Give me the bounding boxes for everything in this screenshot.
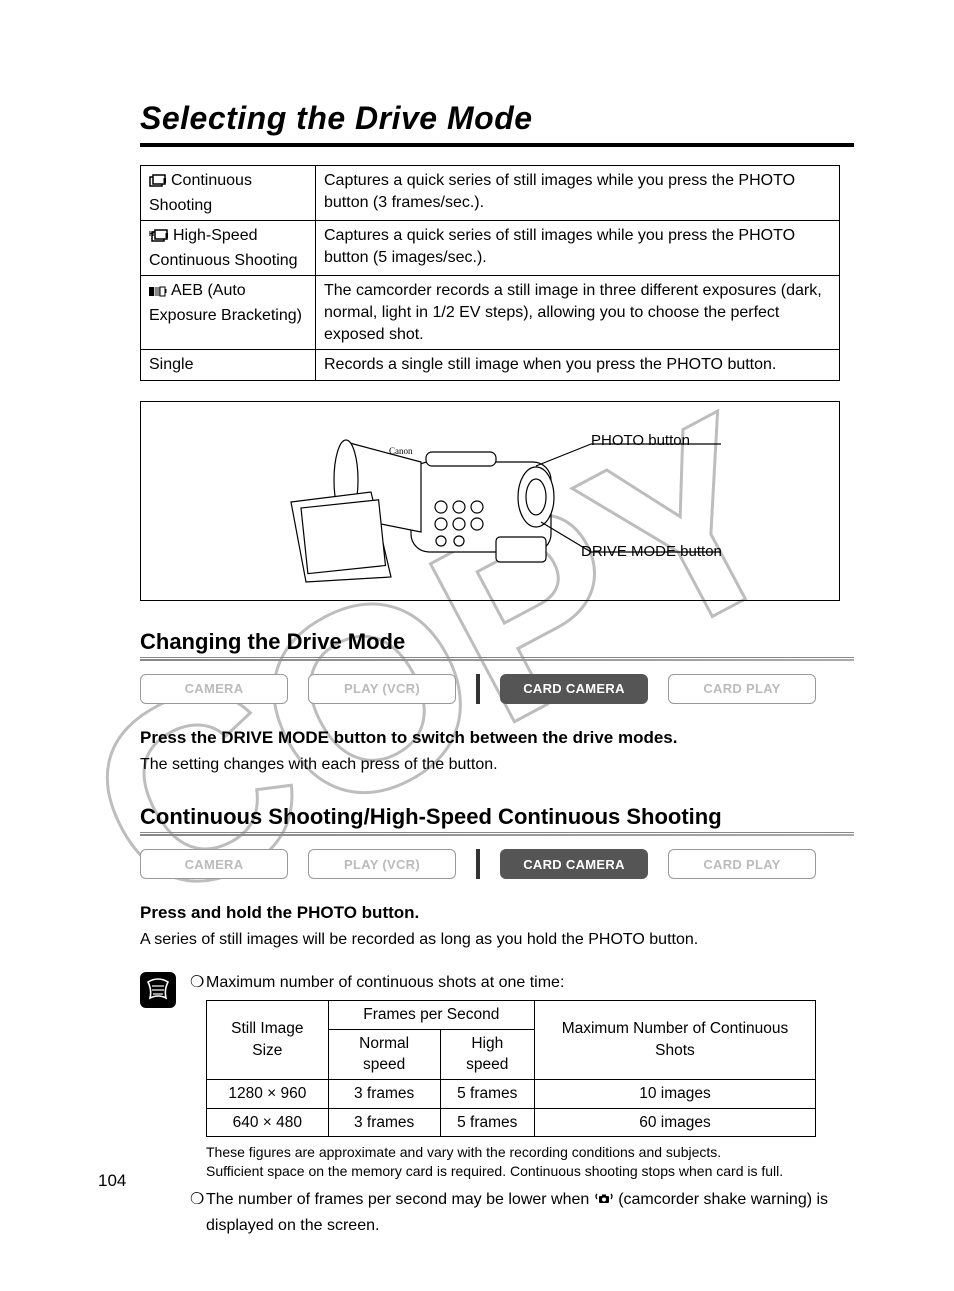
table-row: Continuous Shooting Captures a quick ser… xyxy=(141,166,840,221)
card-camera-mode-button: CARD CAMERA xyxy=(500,849,648,879)
title-rule xyxy=(140,143,854,147)
cell-size: 1280 × 960 xyxy=(207,1079,329,1108)
page-title: Selecting the Drive Mode xyxy=(140,100,854,137)
mode-desc: Captures a quick series of still images … xyxy=(316,166,840,221)
svg-text:Canon: Canon xyxy=(389,446,413,456)
mode-label: Single xyxy=(141,350,316,381)
cell-high: 5 frames xyxy=(440,1079,534,1108)
table-row: Single Records a single still image when… xyxy=(141,350,840,381)
cell-size: 640 × 480 xyxy=(207,1108,329,1137)
th-high: High speed xyxy=(440,1029,534,1079)
step-instruction: Press the DRIVE MODE button to switch be… xyxy=(140,728,854,748)
table-row: 1280 × 960 3 frames 5 frames 10 images xyxy=(207,1079,816,1108)
step-description: The setting changes with each press of t… xyxy=(140,754,854,776)
step-instruction: Press and hold the PHOTO button. xyxy=(140,903,854,923)
th-fps: Frames per Second xyxy=(328,1000,534,1029)
drive-mode-button-callout: DRIVE MODE button xyxy=(581,543,722,560)
cell-high: 5 frames xyxy=(440,1108,534,1137)
th-max: Maximum Number of Continuous Shots xyxy=(534,1000,815,1079)
drive-mode-table: Continuous Shooting Captures a quick ser… xyxy=(140,165,840,381)
camera-mode-button: CAMERA xyxy=(140,849,288,879)
note-icon xyxy=(140,972,176,1008)
mode-divider xyxy=(476,849,480,879)
continuous-shooting-heading: Continuous Shooting/High-Speed Continuou… xyxy=(140,804,854,833)
bullet-marker: ❍ xyxy=(190,972,206,994)
cell-normal: 3 frames xyxy=(328,1108,440,1137)
th-normal: Normal speed xyxy=(328,1029,440,1079)
footnote: These figures are approximate and vary w… xyxy=(206,1143,854,1162)
high-speed-continuous-icon: H xyxy=(149,228,169,250)
cell-max: 60 images xyxy=(534,1108,815,1137)
play-vcr-mode-button: PLAY (VCR) xyxy=(308,849,456,879)
mode-desc: The camcorder records a still image in t… xyxy=(316,276,840,350)
note-text: The number of frames per second may be l… xyxy=(206,1189,854,1237)
note-text: Maximum number of continuous shots at on… xyxy=(206,972,564,994)
bullet-marker: ❍ xyxy=(190,1189,206,1237)
mode-desc: Captures a quick series of still images … xyxy=(316,221,840,276)
mode-label: AEB (Auto Exposure Bracketing) xyxy=(149,282,302,324)
mode-selector-row-1: CAMERA PLAY (VCR) CARD CAMERA CARD PLAY xyxy=(140,674,854,704)
page-number: 104 xyxy=(98,1171,126,1191)
continuous-shots-table: Still Image Size Frames per Second Maxim… xyxy=(206,1000,816,1137)
mode-label: High-Speed Continuous Shooting xyxy=(149,227,298,269)
card-play-mode-button: CARD PLAY xyxy=(668,849,816,879)
changing-drive-mode-heading: Changing the Drive Mode xyxy=(140,629,854,658)
camera-mode-button: CAMERA xyxy=(140,674,288,704)
step-description: A series of still images will be recorde… xyxy=(140,929,854,951)
card-play-mode-button: CARD PLAY xyxy=(668,674,816,704)
mode-divider xyxy=(476,674,480,704)
table-row: 640 × 480 3 frames 5 frames 60 images xyxy=(207,1108,816,1137)
play-vcr-mode-button: PLAY (VCR) xyxy=(308,674,456,704)
cell-normal: 3 frames xyxy=(328,1079,440,1108)
footnote: Sufficient space on the memory card is r… xyxy=(206,1162,854,1181)
photo-button-callout: PHOTO button xyxy=(591,432,690,449)
table-row: H High-Speed Continuous Shooting Capture… xyxy=(141,221,840,276)
cell-max: 10 images xyxy=(534,1079,815,1108)
th-size: Still Image Size xyxy=(207,1000,329,1079)
table-row: AEB (Auto Exposure Bracketing) The camco… xyxy=(141,276,840,350)
card-camera-mode-button: CARD CAMERA xyxy=(500,674,648,704)
camera-diagram: Canon PHOTO button DRIVE MODE button xyxy=(140,401,840,601)
aeb-icon xyxy=(149,283,167,305)
mode-selector-row-2: CAMERA PLAY (VCR) CARD CAMERA CARD PLAY xyxy=(140,849,854,879)
continuous-shooting-icon xyxy=(149,173,167,195)
camcorder-shake-warning-icon xyxy=(594,1191,614,1214)
mode-desc: Records a single still image when you pr… xyxy=(316,350,840,381)
